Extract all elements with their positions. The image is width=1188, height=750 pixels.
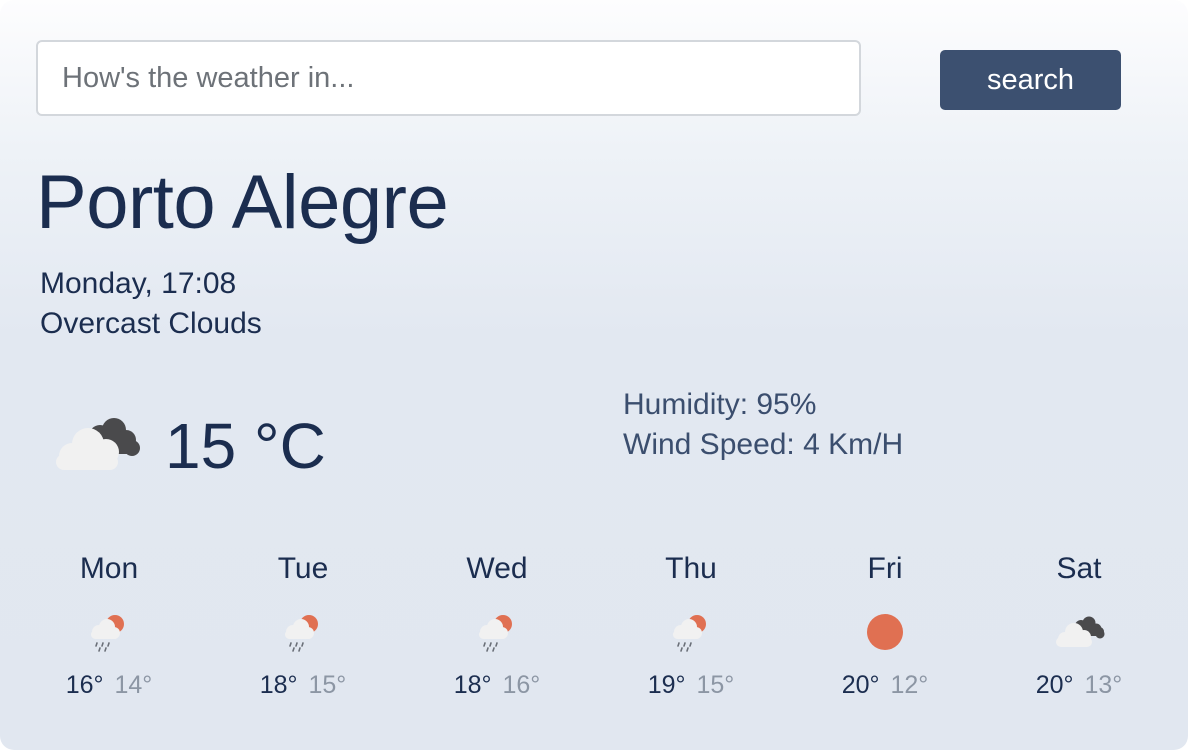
forecast-day: Fri 20° 12° bbox=[788, 548, 982, 700]
forecast-day-name: Wed bbox=[466, 552, 528, 585]
forecast-temps: 18° 15° bbox=[206, 670, 400, 700]
forecast-max-temp: 18° bbox=[453, 671, 492, 699]
forecast-day-name: Thu bbox=[665, 552, 717, 585]
overcast-clouds-icon bbox=[1056, 616, 1105, 647]
forecast-min-temp: 14° bbox=[114, 671, 153, 699]
forecast-day-name: Tue bbox=[277, 552, 329, 585]
forecast-temps: 18° 16° bbox=[400, 670, 594, 700]
forecast-day: Sat 20° 13° bbox=[982, 548, 1176, 700]
forecast-temps: 20° 12° bbox=[788, 670, 982, 700]
forecast-max-temp: 18° bbox=[259, 671, 298, 699]
forecast-day: Mon 16° 14° bbox=[12, 548, 206, 700]
rain-sun-icon bbox=[91, 615, 124, 652]
rain-sun-icon bbox=[479, 615, 512, 652]
search-input[interactable] bbox=[36, 40, 861, 116]
weather-description: Overcast Clouds bbox=[40, 307, 262, 340]
weather-card: search Porto Alegre Monday, 17:08 Overca… bbox=[0, 0, 1188, 750]
rain-sun-icon bbox=[673, 615, 706, 652]
sun-icon bbox=[867, 614, 903, 650]
city-name: Porto Alegre bbox=[36, 160, 449, 245]
forecast-day: Tue 18° 15° bbox=[206, 548, 400, 700]
wind-speed: Wind Speed: 4 Km/H bbox=[623, 428, 904, 461]
forecast-day-name: Fri bbox=[867, 552, 903, 585]
rain-sun-icon bbox=[285, 615, 318, 652]
forecast-day: Wed 18° 16° bbox=[400, 548, 594, 700]
forecast-temps: 20° 13° bbox=[982, 670, 1176, 700]
forecast-min-temp: 16° bbox=[502, 671, 541, 699]
forecast-temps: 19° 15° bbox=[594, 670, 788, 700]
humidity: Humidity: 95% bbox=[623, 388, 817, 421]
forecast-day-name: Sat bbox=[1056, 552, 1102, 585]
forecast-max-temp: 19° bbox=[647, 671, 686, 699]
current-temperature: 15 °C bbox=[165, 410, 326, 482]
forecast-min-temp: 12° bbox=[890, 671, 929, 699]
overcast-clouds-icon bbox=[56, 418, 140, 470]
forecast-day-name: Mon bbox=[79, 552, 139, 585]
date-time: Monday, 17:08 bbox=[40, 267, 237, 300]
forecast-max-temp: 20° bbox=[1035, 671, 1074, 699]
forecast-min-temp: 15° bbox=[696, 671, 735, 699]
search-button[interactable]: search bbox=[940, 50, 1121, 110]
forecast-min-temp: 13° bbox=[1084, 671, 1123, 699]
forecast-row: Mon 16° 14° Tue 18° 15° Wed 18° 16° Thu … bbox=[12, 548, 1176, 700]
forecast-max-temp: 20° bbox=[841, 671, 880, 699]
forecast-day: Thu 19° 15° bbox=[594, 548, 788, 700]
forecast-max-temp: 16° bbox=[65, 671, 104, 699]
forecast-min-temp: 15° bbox=[308, 671, 347, 699]
forecast-temps: 16° 14° bbox=[12, 670, 206, 700]
